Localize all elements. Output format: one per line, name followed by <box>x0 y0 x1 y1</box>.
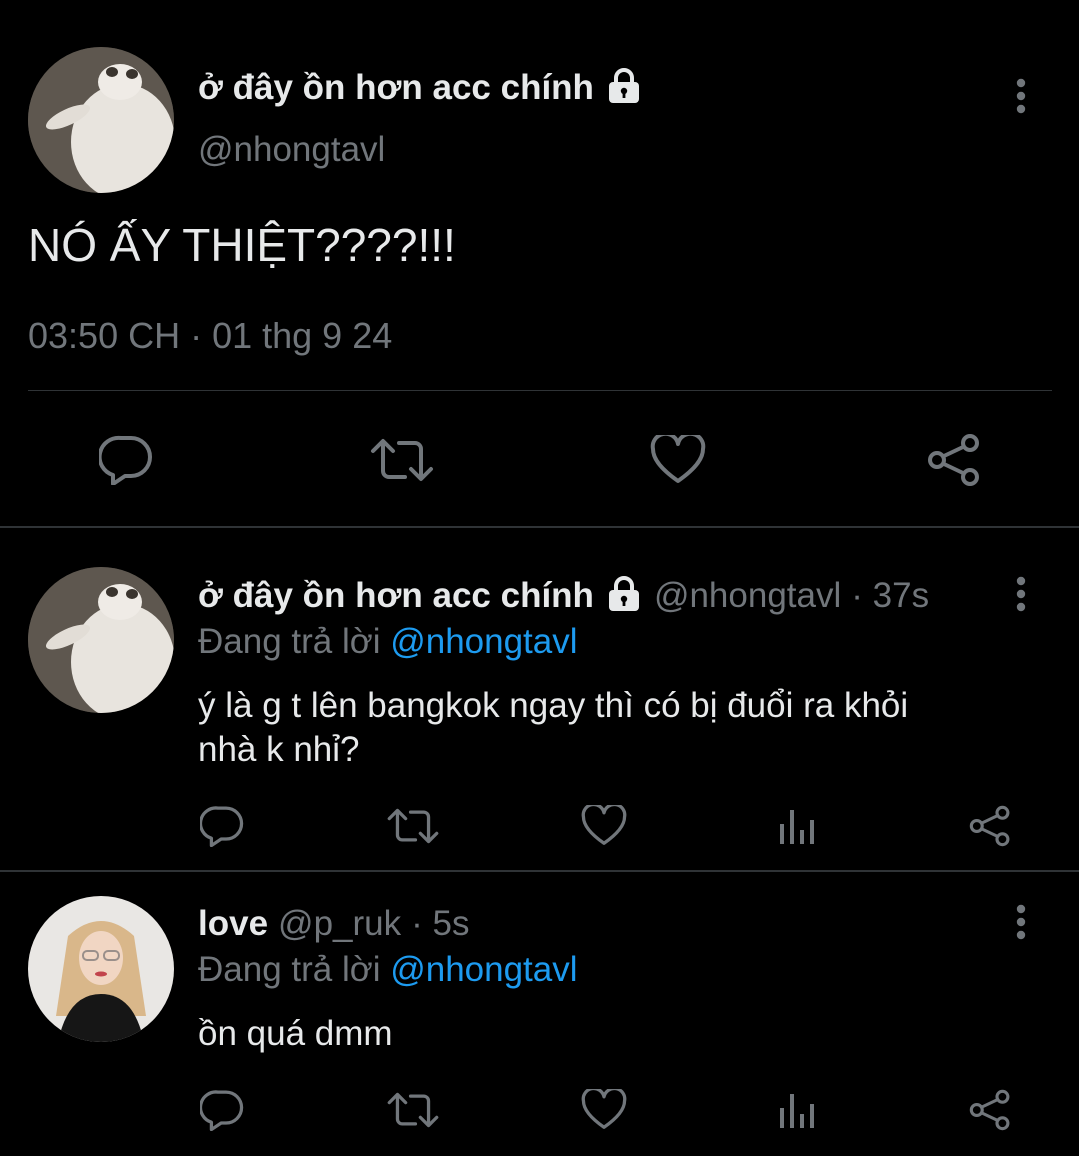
divider <box>28 390 1052 391</box>
replying-to-label: Đang trả lời <box>198 622 381 661</box>
replying-to: Đang trả lời @nhongtavl <box>198 950 578 990</box>
reply-tweet[interactable]: ở đây ồn hơn acc chính @nhongtavl · 37s … <box>0 528 1079 870</box>
retweet-button[interactable] <box>368 432 436 488</box>
retweet-icon <box>387 808 439 844</box>
views-icon <box>780 1094 814 1128</box>
tweet-timestamp[interactable]: 03:50 CH · 01 thg 9 24 <box>28 315 392 357</box>
more-icon <box>1016 78 1026 114</box>
like-button[interactable] <box>578 1086 630 1134</box>
reply-text: ý là g t lên bangkok ngay thì có bị đuổi… <box>198 684 908 772</box>
more-icon <box>1016 904 1026 940</box>
replying-to-label: Đang trả lời <box>198 950 381 989</box>
avatar[interactable] <box>28 567 174 713</box>
more-icon <box>1016 576 1026 612</box>
retweet-button[interactable] <box>384 1086 442 1134</box>
lock-icon <box>604 67 644 110</box>
more-options-button[interactable] <box>1001 68 1041 124</box>
like-button[interactable] <box>648 432 708 488</box>
more-options-button[interactable] <box>1001 894 1041 950</box>
reply-header: ở đây ồn hơn acc chính @nhongtavl · 37s <box>198 574 929 618</box>
main-tweet: ở đây ồn hơn acc chính @nhongtavl NÓ ẤY … <box>0 0 1079 527</box>
replying-to-link[interactable]: @nhongtavl <box>390 950 577 989</box>
share-icon <box>928 434 979 486</box>
reply-button[interactable] <box>96 432 156 488</box>
views-icon <box>780 810 814 844</box>
share-button[interactable] <box>964 1086 1016 1134</box>
replying-to: Đang trả lời @nhongtavl <box>198 622 578 662</box>
share-icon <box>969 1089 1010 1131</box>
lock-icon <box>604 575 644 618</box>
share-button[interactable] <box>964 802 1016 850</box>
share-button[interactable] <box>924 432 984 488</box>
like-icon <box>581 805 627 845</box>
reply-text: ồn quá dmm <box>198 1014 393 1053</box>
replying-to-link[interactable]: @nhongtavl <box>390 622 577 661</box>
avatar[interactable] <box>28 47 174 193</box>
like-button[interactable] <box>578 802 630 850</box>
handle[interactable]: @p_ruk <box>278 904 401 944</box>
views-button[interactable] <box>770 802 822 850</box>
reply-button[interactable] <box>196 1086 248 1134</box>
retweet-icon <box>387 1092 439 1128</box>
reply-button[interactable] <box>196 802 248 850</box>
avatar[interactable] <box>28 896 174 1042</box>
reply-icon <box>200 806 244 847</box>
reply-tweet[interactable]: love @p_ruk · 5s Đang trả lời @nhongtavl… <box>0 872 1079 1156</box>
retweet-icon <box>371 439 433 481</box>
retweet-button[interactable] <box>384 802 442 850</box>
reply-text-line: nhà k nhỉ? <box>198 730 360 769</box>
display-name[interactable]: ở đây ồn hơn acc chính <box>198 576 594 616</box>
handle[interactable]: @nhongtavl <box>198 130 385 170</box>
like-icon <box>650 435 706 483</box>
handle[interactable]: @nhongtavl <box>654 576 841 616</box>
display-name[interactable]: love <box>198 904 268 944</box>
display-name-row: ở đây ồn hơn acc chính <box>198 66 644 110</box>
display-name[interactable]: ở đây ồn hơn acc chính <box>198 68 594 108</box>
share-icon <box>969 805 1010 847</box>
reply-time[interactable]: · 5s <box>411 904 469 944</box>
reply-icon <box>200 1090 244 1131</box>
tweet-text: NÓ ẤY THIỆT????!!! <box>28 219 456 271</box>
reply-header: love @p_ruk · 5s <box>198 902 470 946</box>
more-options-button[interactable] <box>1001 566 1041 622</box>
reply-time[interactable]: · 37s <box>851 576 929 616</box>
like-icon <box>581 1089 627 1129</box>
reply-icon <box>99 435 152 485</box>
views-button[interactable] <box>770 1086 822 1134</box>
reply-text-line: ý là g t lên bangkok ngay thì có bị đuổi… <box>198 686 909 725</box>
